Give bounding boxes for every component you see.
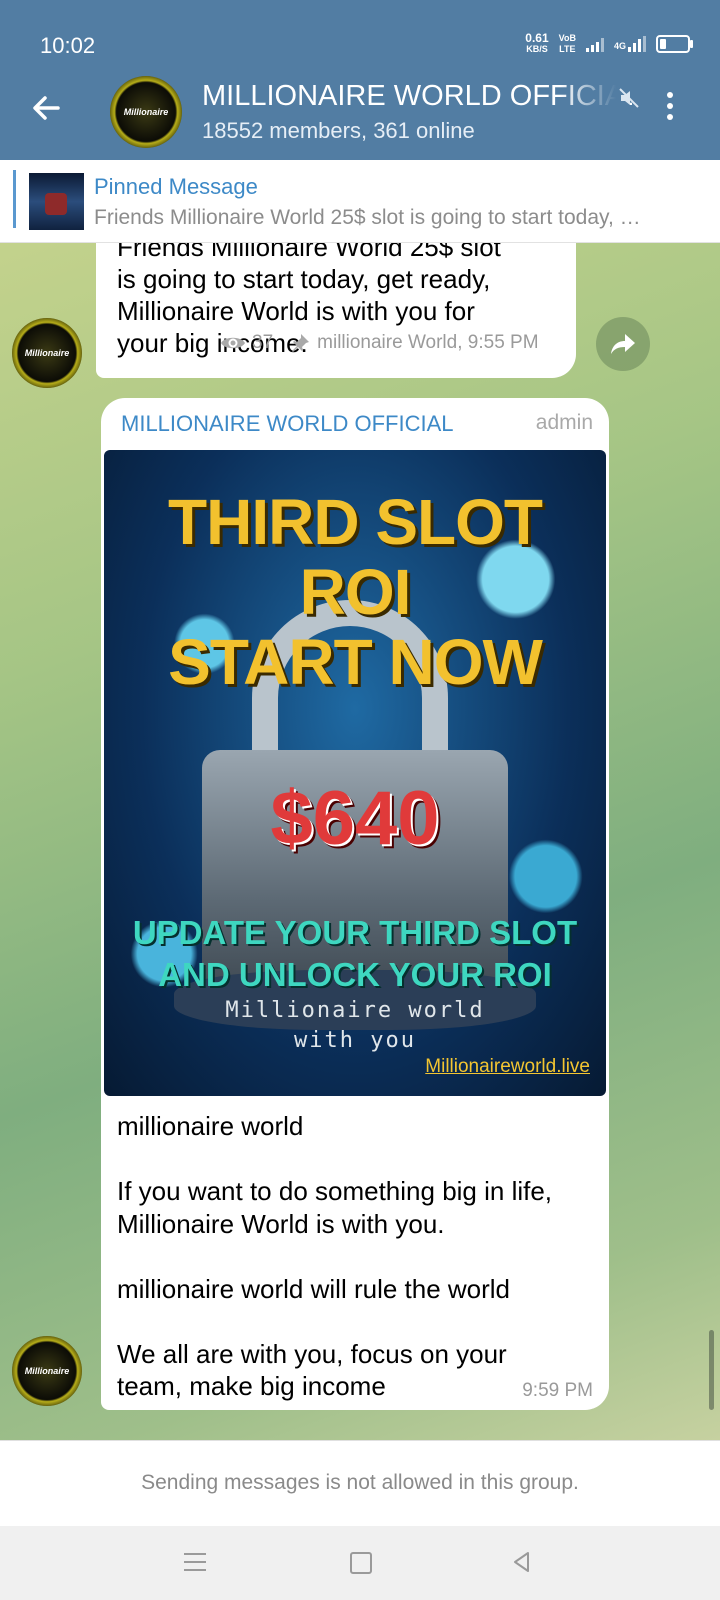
image-headline-2: ROI bbox=[299, 556, 412, 628]
share-arrow-icon[interactable] bbox=[596, 317, 650, 371]
home-icon[interactable] bbox=[350, 1552, 372, 1574]
signal-4g-icon: 4G bbox=[614, 36, 646, 52]
message-meta: 37 millionaire World, 9:55 PM bbox=[220, 332, 539, 354]
message-bubble[interactable]: MILLIONAIRE WORLD OFFICIAL admin THIRD S… bbox=[101, 398, 609, 1410]
battery-icon bbox=[656, 35, 693, 53]
image-update-text: UPDATE YOUR THIRD SLOT AND UNLOCK YOUR R… bbox=[104, 912, 606, 996]
speed-value: 0.61 bbox=[525, 31, 549, 45]
volte-top: VoB bbox=[558, 33, 576, 43]
speed-unit: KB/S bbox=[526, 44, 548, 54]
group-subtitle: 18552 members, 361 online bbox=[202, 118, 475, 143]
system-nav-bar bbox=[0, 1526, 720, 1600]
sender-name[interactable]: MILLIONAIRE WORLD OFFICIAL bbox=[121, 411, 454, 437]
pinned-message-bar[interactable] bbox=[0, 160, 720, 375]
image-site: Millionaireworld.live bbox=[425, 1056, 590, 1077]
message-text: millionaire world If you want to do some… bbox=[117, 1111, 553, 1401]
sender-avatar[interactable]: Millionaire bbox=[12, 1336, 82, 1406]
pin-icon bbox=[292, 334, 310, 352]
avatar-text: Millionaire bbox=[123, 107, 169, 117]
input-disabled-bar: Sending messages is not allowed in this … bbox=[0, 1440, 720, 1527]
pinned-indicator bbox=[13, 170, 16, 228]
back-arrow-icon[interactable] bbox=[28, 90, 64, 126]
nav-back-icon[interactable] bbox=[510, 1550, 534, 1574]
pinned-text: Friends Millionaire World 25$ slot is go… bbox=[94, 206, 644, 229]
volte-bottom: LTE bbox=[559, 44, 576, 54]
image-headline-3: START NOW bbox=[168, 626, 543, 698]
image-headline-1: THIRD SLOT bbox=[168, 486, 543, 558]
network-speed: 0.61 KB/S bbox=[525, 31, 549, 55]
disabled-notice: Sending messages is not allowed in this … bbox=[141, 1471, 579, 1494]
image-update-line-2: AND UNLOCK YOUR ROI bbox=[158, 956, 552, 993]
view-count: 37 bbox=[252, 332, 274, 353]
network-type: 4G bbox=[613, 41, 626, 51]
message-image[interactable]: THIRD SLOT ROI START NOW $640 UPDATE YOU… bbox=[104, 450, 606, 1096]
image-tagline: Millionaire world with you bbox=[104, 996, 606, 1056]
chat-area[interactable]: Friends Millionaire World 25$ slot is go… bbox=[0, 243, 720, 1440]
image-tagline-1: Millionaire world bbox=[225, 998, 485, 1023]
pinned-thumbnail bbox=[29, 173, 84, 230]
pinned-label: Pinned Message bbox=[94, 174, 258, 199]
recent-apps-icon[interactable] bbox=[184, 1553, 206, 1571]
avatar-text: Millionaire bbox=[24, 1366, 70, 1376]
volte-indicator: VoB LTE bbox=[559, 33, 576, 55]
image-price: $640 bbox=[270, 776, 440, 861]
signal-icon bbox=[585, 36, 604, 52]
eye-icon bbox=[221, 337, 245, 349]
message-signature: millionaire World, 9:55 PM bbox=[317, 332, 539, 353]
more-vertical-icon[interactable] bbox=[665, 92, 675, 128]
sender-avatar[interactable]: Millionaire bbox=[12, 318, 82, 388]
status-time: 10:02 bbox=[40, 33, 96, 58]
admin-badge: admin bbox=[535, 411, 593, 434]
image-update-line-1: UPDATE YOUR THIRD SLOT bbox=[132, 914, 578, 951]
image-tagline-2: with you bbox=[294, 1028, 416, 1053]
group-avatar[interactable]: Millionaire bbox=[110, 76, 182, 148]
status-icons: 0.61 KB/S VoB LTE 4G bbox=[525, 31, 693, 55]
avatar-text: Millionaire bbox=[24, 348, 70, 358]
scrollbar[interactable] bbox=[709, 1330, 714, 1410]
muted-speaker-icon bbox=[619, 88, 639, 108]
message-time: 9:59 PM bbox=[522, 1380, 593, 1401]
message-bubble[interactable]: Friends Millionaire World 25$ slot is go… bbox=[96, 243, 576, 378]
chat-header: 10:02 0.61 KB/S VoB LTE 4G Millionaire M… bbox=[0, 0, 720, 160]
